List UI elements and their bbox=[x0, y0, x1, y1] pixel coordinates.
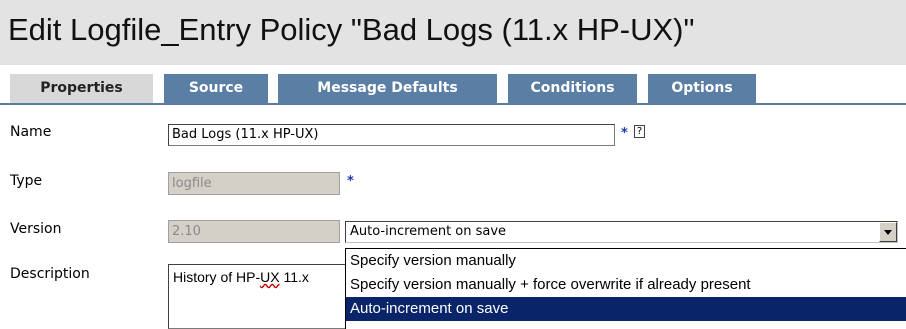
name-label: Name bbox=[10, 124, 52, 140]
description-text-suffix: 11.x bbox=[279, 269, 309, 285]
page-title: Edit Logfile_Entry Policy "Bad Logs (11.… bbox=[8, 12, 695, 47]
description-label: Description bbox=[10, 266, 90, 282]
option-auto-increment[interactable]: Auto-increment on save bbox=[346, 297, 906, 321]
name-input[interactable]: Bad Logs (11.x HP-UX) bbox=[168, 124, 615, 146]
tab-conditions[interactable]: Conditions bbox=[508, 74, 637, 103]
name-required-marker: * bbox=[621, 126, 628, 141]
version-label: Version bbox=[10, 221, 62, 237]
chevron-down-icon[interactable] bbox=[879, 222, 897, 242]
option-specify-version-manually[interactable]: Specify version manually bbox=[346, 249, 906, 273]
type-field: logfile bbox=[168, 172, 340, 195]
help-icon[interactable]: ? bbox=[634, 125, 645, 138]
option-specify-version-force-overwrite[interactable]: Specify version manually + force overwri… bbox=[346, 273, 906, 297]
version-mode-dropdown: Specify version manually Specify version… bbox=[345, 248, 906, 329]
type-required-marker: * bbox=[347, 174, 354, 189]
tab-bar: Properties Source Message Defaults Condi… bbox=[0, 74, 906, 103]
description-spellcheck-word: UX bbox=[260, 269, 280, 285]
version-field: 2.10 bbox=[168, 220, 340, 243]
tab-source[interactable]: Source bbox=[164, 74, 268, 103]
tab-message-defaults[interactable]: Message Defaults bbox=[278, 74, 497, 103]
title-bar: Edit Logfile_Entry Policy "Bad Logs (11.… bbox=[0, 0, 906, 65]
tab-options[interactable]: Options bbox=[648, 74, 756, 103]
type-label: Type bbox=[10, 173, 43, 189]
description-text-prefix: History of HP- bbox=[173, 269, 261, 285]
tab-properties[interactable]: Properties bbox=[10, 74, 153, 103]
tab-underline bbox=[0, 103, 906, 105]
version-mode-selected: Auto-increment on save bbox=[350, 224, 507, 239]
description-textarea[interactable]: History of HP-UX 11.x bbox=[168, 264, 368, 329]
version-mode-select[interactable]: Auto-increment on save bbox=[345, 221, 898, 243]
